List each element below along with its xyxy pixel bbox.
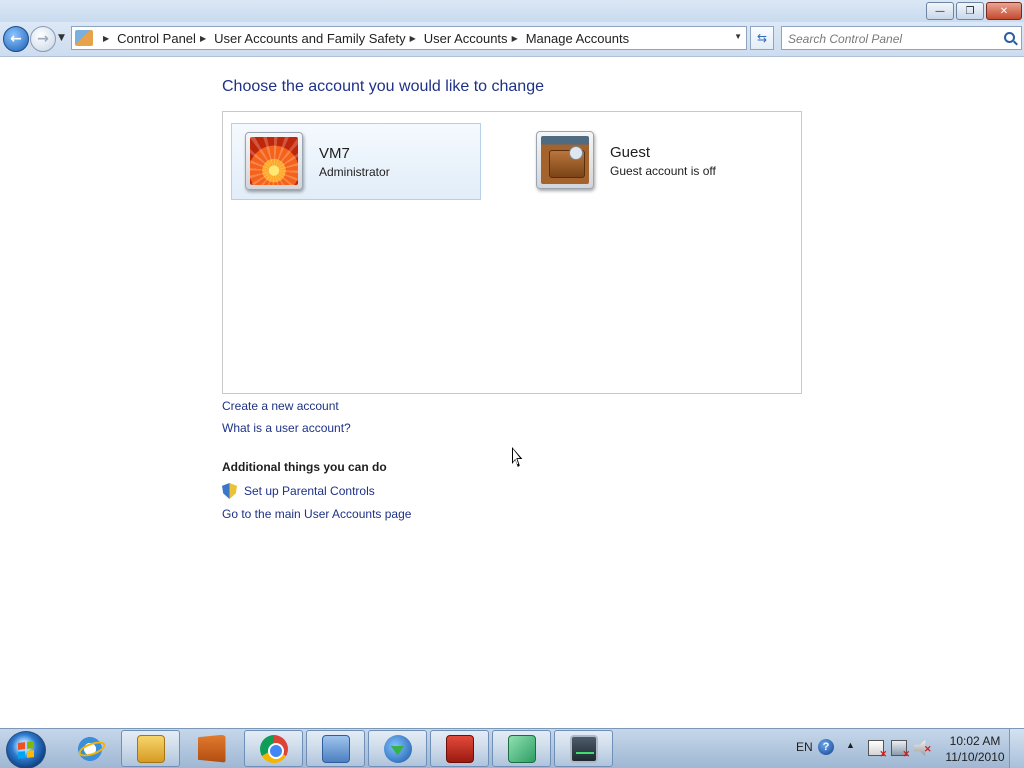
taskbar: EN ? ▲ ✕ 10:02 AM 11/10/2010 [0, 728, 1024, 768]
taskbar-monitor-app[interactable] [554, 730, 613, 767]
what-is-user-account-link[interactable]: What is a user account? [222, 421, 351, 435]
search-icon[interactable] [1004, 32, 1015, 43]
account-type: Guest account is off [610, 164, 716, 178]
taskbar-toolbox[interactable] [430, 730, 489, 767]
action-center-flag-icon[interactable] [868, 740, 887, 760]
monitor-icon [569, 734, 598, 763]
title-bar: — ❐ ✕ [0, 0, 1024, 22]
account-name: Guest [610, 144, 651, 161]
mouse-cursor-icon [512, 447, 523, 467]
breadcrumb-manage-accounts[interactable]: Manage Accounts [526, 31, 629, 46]
search-input[interactable] [788, 31, 988, 47]
start-button[interactable] [6, 731, 46, 768]
clock-time[interactable]: 10:02 AM [940, 734, 1010, 748]
taskbar-internet-explorer[interactable] [60, 730, 119, 767]
taskbar-download-manager[interactable] [368, 730, 427, 767]
search-box[interactable] [781, 26, 1022, 50]
page-title: Choose the account you would like to cha… [222, 78, 544, 95]
network-icon[interactable] [891, 740, 910, 760]
account-tile-vm7[interactable]: VM7 Administrator [231, 123, 481, 200]
control-panel-icon [321, 734, 350, 763]
internet-explorer-icon [75, 734, 104, 763]
taskbar-google-chrome[interactable] [244, 730, 303, 767]
main-user-accounts-link[interactable]: Go to the main User Accounts page [222, 507, 411, 521]
close-button[interactable]: ✕ [986, 2, 1022, 20]
breadcrumb-control-panel[interactable]: Control Panel [117, 31, 196, 46]
help-icon[interactable]: ? [818, 739, 834, 755]
taskbar-window-app[interactable] [492, 730, 551, 767]
breadcrumb-separator[interactable]: ▶ [410, 34, 416, 43]
maximize-button[interactable]: ❐ [956, 2, 984, 20]
taskbar-control-panel[interactable] [306, 730, 365, 767]
back-button[interactable]: ← [3, 26, 29, 52]
navigation-bar: ← → ▼ ▶ Control Panel ▶ User Accounts an… [0, 22, 1024, 57]
breadcrumb-separator[interactable]: ▶ [200, 34, 206, 43]
breadcrumb-separator[interactable]: ▶ [103, 34, 109, 43]
system-tray: EN ? ▲ ✕ 10:02 AM 11/10/2010 [790, 729, 1024, 768]
forward-button[interactable]: → [30, 26, 56, 52]
show-desktop-button[interactable] [1009, 729, 1024, 768]
download-manager-icon [383, 734, 412, 763]
recent-pages-button[interactable]: ▼ [58, 33, 65, 43]
address-dropdown-button[interactable]: ▼ [734, 32, 742, 41]
refresh-button[interactable]: ⇆ [750, 26, 774, 50]
taskbar-windows-explorer[interactable] [121, 730, 180, 767]
window-icon [507, 734, 536, 763]
clock-date[interactable]: 11/10/2010 [940, 750, 1010, 764]
minimize-button[interactable]: — [926, 2, 954, 20]
parental-controls-link[interactable]: Set up Parental Controls [244, 484, 375, 498]
volume-muted-icon: ✕ [924, 744, 932, 754]
folder-icon [136, 734, 165, 763]
breadcrumb-user-accounts[interactable]: User Accounts [424, 31, 508, 46]
media-player-icon [197, 734, 226, 763]
account-type: Administrator [319, 165, 390, 179]
create-account-link[interactable]: Create a new account [222, 399, 339, 413]
accounts-panel: VM7 Administrator Guest Guest account is… [222, 111, 802, 394]
show-hidden-icons-button[interactable]: ▲ [846, 740, 855, 750]
language-indicator[interactable]: EN [796, 740, 813, 754]
chrome-icon [259, 734, 288, 763]
account-tile-guest[interactable]: Guest Guest account is off [523, 123, 773, 200]
users-folder-icon [75, 30, 93, 46]
briefcase-avatar [536, 131, 594, 189]
breadcrumb-user-accounts-family-safety[interactable]: User Accounts and Family Safety [214, 31, 405, 46]
shield-icon [222, 483, 237, 499]
additional-things-heading: Additional things you can do [222, 460, 387, 474]
account-name: VM7 [319, 145, 350, 162]
orange-flower-avatar [245, 132, 303, 190]
taskbar-media-player[interactable] [182, 730, 241, 767]
toolbox-icon [445, 734, 474, 763]
address-bar[interactable]: ▶ Control Panel ▶ User Accounts and Fami… [71, 26, 747, 50]
breadcrumb-separator[interactable]: ▶ [512, 34, 518, 43]
